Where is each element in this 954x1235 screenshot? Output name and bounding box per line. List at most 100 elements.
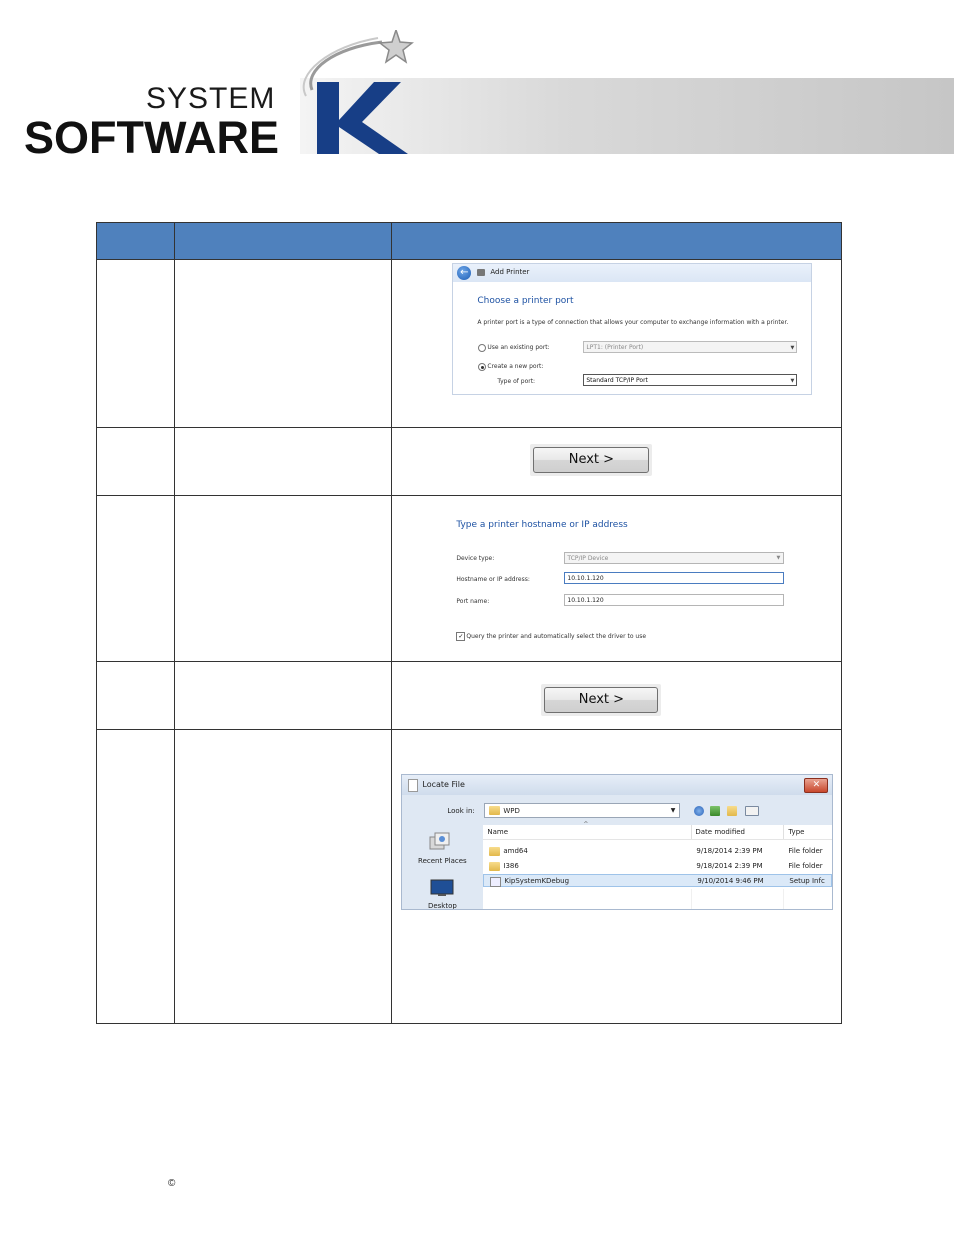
column-divider [783,825,785,839]
logo-system-text: SYSTEM [146,82,276,115]
dialog-title: Add Printer [490,268,530,276]
dialog-heading: Choose a printer port [477,296,574,306]
step-cell [95,661,176,730]
file-type: File folder [788,862,823,870]
table-row: Type a printer hostname or IP address De… [95,495,842,662]
query-printer-checkbox[interactable]: ✓ [456,632,466,641]
header-step [95,222,176,260]
new-port-label: Create a new port: [487,363,544,370]
dialog-titlebar: ← Add Printer [453,264,812,282]
file-row[interactable]: amd64 9/18/2014 2:39 PM File folder [483,845,832,858]
new-port-radio[interactable] [478,363,487,371]
existing-port-label: Use an existing port: [487,344,550,351]
folder-icon [489,847,501,856]
chevron-down-icon: ▼ [790,378,795,384]
desktop-label: Desktop [427,902,457,910]
back-icon[interactable] [694,806,705,816]
places-bar: Recent Places Desktop [402,825,482,909]
logo-k-star-icon [302,30,414,154]
dialog-description: A printer port is a type of connection t… [477,319,789,326]
file-row[interactable]: I386 9/18/2014 2:39 PM File folder [483,860,832,873]
close-icon[interactable]: ✕ [804,778,829,793]
action-cell [174,729,393,1024]
image-cell: Next > [391,427,842,496]
image-cell: Next > [391,661,842,730]
column-divider [691,825,693,839]
existing-port-radio[interactable] [478,344,487,352]
copyright-symbol: © [168,1178,176,1189]
chevron-down-icon: ▼ [790,345,795,351]
sort-ascending-icon: ^ [583,821,589,828]
look-in-select[interactable]: WPD ▼ [484,803,681,818]
image-cell: Type a printer hostname or IP address De… [391,495,842,662]
company-logo: SYSTEM SOFTWARE [24,30,414,163]
locate-file-title: Locate File [422,780,465,789]
recent-places-icon[interactable] [428,831,452,853]
file-date: 9/18/2014 2:39 PM [696,847,763,855]
file-list-header: Name ^ Date modified Type [483,821,833,840]
step-cell [95,259,176,428]
image-cell: Locate File ✕ Look in: WPD ▼ Recent Plac… [391,729,842,1024]
recent-places-label: Recent Places [418,857,467,865]
steps-table: ← Add Printer Choose a printer port A pr… [95,222,842,1024]
tcpip-dialog: Type a printer hostname or IP address De… [456,516,796,656]
hostname-label: Hostname or IP address: [456,576,530,583]
column-name[interactable]: Name [487,828,508,836]
file-date: 9/18/2014 2:39 PM [696,862,763,870]
device-type-value: TCP/IP Device [567,555,609,562]
action-cell [174,427,393,496]
action-cell [174,259,393,428]
add-printer-dialog: ← Add Printer Choose a printer port A pr… [452,263,813,395]
folder-icon [489,806,501,815]
port-type-value: Standard TCP/IP Port [586,377,648,384]
device-type-label: Device type: [456,555,495,562]
port-type-select[interactable]: Standard TCP/IP Port ▼ [583,374,798,386]
chevron-down-icon: ▼ [670,807,676,814]
port-name-input[interactable]: 10.10.1.120 [564,594,785,606]
header-action [174,222,393,260]
file-icon [408,779,419,792]
existing-port-select[interactable]: LPT1: (Printer Port) ▼ [583,341,798,353]
file-list: Name ^ Date modified Type amd64 9/18/201… [483,821,833,909]
view-menu-icon[interactable] [745,806,760,816]
next-button[interactable]: Next > [544,687,659,713]
desktop-icon[interactable] [430,879,454,897]
hostname-input[interactable]: 10.10.1.120 [564,572,785,584]
column-type[interactable]: Type [788,828,804,836]
column-date[interactable]: Date modified [695,828,745,836]
header-image [391,222,842,260]
table-row: Next > [95,661,842,730]
up-folder-icon[interactable] [710,806,721,816]
setup-file-icon [490,877,502,887]
step-cell [95,729,176,1024]
file-row-selected[interactable]: KipSystemKDebug 9/10/2014 9:46 PM Setup … [483,874,833,887]
port-type-label: Type of port: [497,378,536,385]
folder-icon [489,862,501,871]
query-printer-label: Query the printer and automatically sele… [466,633,647,640]
look-in-value: WPD [503,807,520,815]
device-type-select[interactable]: TCP/IP Device ▼ [564,552,785,564]
printer-icon [477,269,486,276]
action-cell [174,495,393,662]
column-divider [691,889,693,909]
next-button[interactable]: Next > [533,447,650,473]
image-cell: ← Add Printer Choose a printer port A pr… [391,259,842,428]
step-cell [95,427,176,496]
next-button-image: Next > [530,444,653,476]
logo-software-text: SOFTWARE [24,112,279,163]
table-row: ← Add Printer Choose a printer port A pr… [95,259,842,428]
port-name-label: Port name: [456,598,490,605]
existing-port-value: LPT1: (Printer Port) [586,344,644,351]
tcpip-heading: Type a printer hostname or IP address [456,520,628,530]
back-arrow-icon[interactable]: ← [457,266,472,280]
file-type: File folder [788,847,823,855]
new-folder-icon[interactable] [727,806,738,816]
table-row: Locate File ✕ Look in: WPD ▼ Recent Plac… [95,729,842,1024]
table-header-row [95,222,842,260]
file-name: amd64 [503,847,528,855]
locate-file-dialog: Locate File ✕ Look in: WPD ▼ Recent Plac… [401,774,834,910]
file-type: Setup Infc [789,877,825,885]
table-row: Next > [95,427,842,496]
file-name: KipSystemKDebug [504,877,570,885]
action-cell [174,661,393,730]
